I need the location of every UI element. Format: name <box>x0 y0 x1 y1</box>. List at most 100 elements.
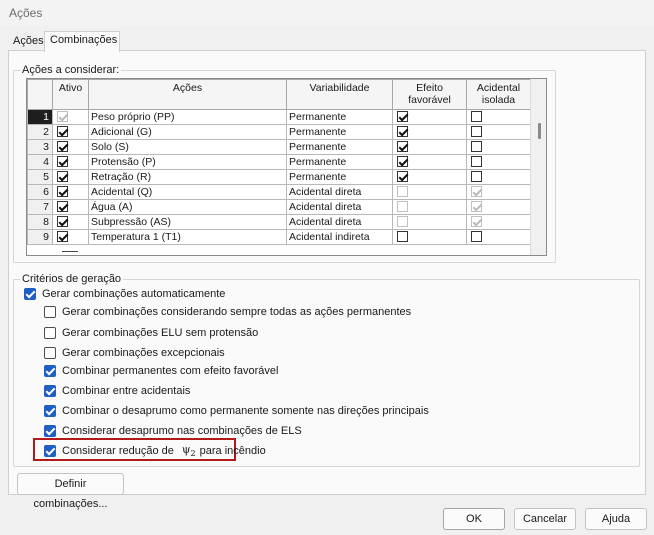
acao-cell[interactable]: Retração (R) <box>88 169 287 185</box>
ativo-cell[interactable] <box>52 199 89 215</box>
acidental-isolada-cell[interactable] <box>466 124 531 140</box>
option-reducao-incendio[interactable]: Considerar redução de ψ2 para incêndio <box>44 443 266 458</box>
header-acidental-isolada[interactable]: Acidental isolada <box>466 79 531 110</box>
row-number-cell[interactable]: 7 <box>27 199 53 215</box>
efeito-favoravel-checkbox[interactable] <box>397 141 408 153</box>
table-row[interactable]: 6 Acidental (Q) Acidental direta <box>27 184 531 200</box>
variabilidade-cell[interactable]: Permanente <box>286 154 393 170</box>
efeito-favoravel-cell[interactable] <box>392 169 467 185</box>
option-desaprumo-els[interactable]: Considerar desaprumo nas combinações de … <box>44 425 302 437</box>
ativo-cell[interactable] <box>52 214 89 230</box>
ativo-cell[interactable] <box>52 229 89 245</box>
row-number-cell[interactable]: 8 <box>27 214 53 230</box>
reducao-incendio-checkbox[interactable] <box>44 444 56 457</box>
ativo-cell[interactable] <box>52 124 89 140</box>
acao-cell[interactable]: Subpressão (AS) <box>88 214 287 230</box>
efeito-favoravel-checkbox[interactable] <box>397 111 408 123</box>
efeito-favoravel-cell[interactable] <box>392 139 467 155</box>
ativo-cell[interactable] <box>52 184 89 200</box>
row-number-cell[interactable]: 9 <box>27 229 53 245</box>
row-number-cell[interactable]: 5 <box>27 169 53 185</box>
acao-cell[interactable]: Temperatura 1 (T1) <box>88 229 287 245</box>
grid-vertical-scrollbar[interactable] <box>530 79 546 255</box>
acidental-isolada-cell[interactable] <box>466 139 531 155</box>
efeito-favoravel-checkbox[interactable] <box>397 156 408 168</box>
acidental-isolada-cell[interactable] <box>466 169 531 185</box>
row-number-cell[interactable]: 1 <box>27 109 53 125</box>
gerar-automatico-option[interactable]: Gerar combinações automaticamente <box>24 288 225 300</box>
variabilidade-cell[interactable]: Permanente <box>286 169 393 185</box>
acidental-isolada-cell[interactable] <box>466 229 531 245</box>
ativo-cell[interactable] <box>52 154 89 170</box>
efeito-favoravel-checkbox[interactable] <box>397 231 408 243</box>
tab-acoes[interactable]: Ações <box>8 33 44 51</box>
header-acoes[interactable]: Ações <box>88 79 287 110</box>
tab-combinacoes[interactable]: Combinações <box>44 31 120 52</box>
ativo-checkbox[interactable] <box>57 126 68 138</box>
acidental-isolada-checkbox[interactable] <box>471 231 482 243</box>
acidental-isolada-checkbox[interactable] <box>471 171 482 183</box>
acidental-isolada-cell[interactable] <box>466 154 531 170</box>
ativo-checkbox[interactable] <box>57 141 68 153</box>
table-row[interactable]: 3 Solo (S) Permanente <box>27 139 531 155</box>
ok-button[interactable]: OK <box>443 508 505 530</box>
header-ativo[interactable]: Ativo <box>52 79 89 110</box>
table-row[interactable]: 8 Subpressão (AS) Acidental direta <box>27 214 531 230</box>
excepcionais-checkbox[interactable] <box>44 347 56 359</box>
efeito-favoravel-cell[interactable] <box>392 109 467 125</box>
acoes-grid[interactable]: Ativo Ações Variabilidade Efeito favoráv… <box>26 78 547 256</box>
acidental-isolada-cell[interactable] <box>466 109 531 125</box>
ativo-checkbox[interactable] <box>57 231 68 243</box>
ativo-cell[interactable] <box>52 139 89 155</box>
efeito-favoravel-cell[interactable] <box>392 184 467 200</box>
option-excepcionais[interactable]: Gerar combinações excepcionais <box>44 347 225 359</box>
ativo-checkbox[interactable] <box>57 201 68 213</box>
desaprumo-permanente-checkbox[interactable] <box>44 405 56 417</box>
table-row[interactable]: 9 Temperatura 1 (T1) Acidental indireta <box>27 229 531 245</box>
scrollbar-thumb[interactable] <box>538 123 541 139</box>
variabilidade-cell[interactable]: Acidental direta <box>286 214 393 230</box>
row-number-cell[interactable]: 4 <box>27 154 53 170</box>
acidental-isolada-cell[interactable] <box>466 199 531 215</box>
acidental-isolada-checkbox[interactable] <box>471 141 482 153</box>
elu-sem-protensao-checkbox[interactable] <box>44 327 56 339</box>
efeito-favoravel-checkbox[interactable] <box>397 171 408 183</box>
ativo-checkbox[interactable] <box>57 216 68 228</box>
efeito-favoravel-cell[interactable] <box>392 124 467 140</box>
entre-acidentais-checkbox[interactable] <box>44 385 56 397</box>
variabilidade-cell[interactable]: Permanente <box>286 109 393 125</box>
table-row[interactable]: 2 Adicional (G) Permanente <box>27 124 531 140</box>
variabilidade-cell[interactable]: Permanente <box>286 124 393 140</box>
variabilidade-cell[interactable]: Acidental direta <box>286 184 393 200</box>
acidental-isolada-checkbox[interactable] <box>471 126 482 138</box>
efeito-favoravel-cell[interactable] <box>392 214 467 230</box>
variabilidade-cell[interactable]: Permanente <box>286 139 393 155</box>
option-entre-acidentais[interactable]: Combinar entre acidentais <box>44 385 190 397</box>
table-row[interactable]: 4 Protensão (P) Permanente <box>27 154 531 170</box>
table-row[interactable]: 5 Retração (R) Permanente <box>27 169 531 185</box>
desaprumo-els-checkbox[interactable] <box>44 425 56 437</box>
header-variabilidade[interactable]: Variabilidade <box>286 79 393 110</box>
definir-combinacoes-button[interactable]: Definir combinações... <box>17 473 124 510</box>
ativo-checkbox[interactable] <box>57 156 68 168</box>
efeito-favoravel-cell[interactable] <box>392 199 467 215</box>
gerar-automatico-checkbox[interactable] <box>24 288 36 300</box>
ativo-cell[interactable] <box>52 169 89 185</box>
ajuda-button[interactable]: Ajuda <box>585 508 647 530</box>
row-number-cell[interactable]: 3 <box>27 139 53 155</box>
option-elu-sem-protensao[interactable]: Gerar combinações ELU sem protensão <box>44 327 258 339</box>
acidental-isolada-checkbox[interactable] <box>471 156 482 168</box>
acao-cell[interactable]: Água (A) <box>88 199 287 215</box>
efeito-favoravel-checkbox[interactable] <box>397 126 408 138</box>
acidental-isolada-checkbox[interactable] <box>471 111 482 123</box>
acidental-isolada-cell[interactable] <box>466 184 531 200</box>
new-row-cell[interactable] <box>27 244 531 255</box>
variabilidade-cell[interactable]: Acidental indireta <box>286 229 393 245</box>
table-row[interactable]: 7 Água (A) Acidental direta <box>27 199 531 215</box>
header-efeito-favoravel[interactable]: Efeito favorável <box>392 79 467 110</box>
ativo-checkbox[interactable] <box>57 171 68 183</box>
acao-cell[interactable]: Acidental (Q) <box>88 184 287 200</box>
table-row[interactable]: 1 Peso próprio (PP) Permanente <box>27 109 531 125</box>
acao-cell[interactable]: Peso próprio (PP) <box>88 109 287 125</box>
ativo-checkbox[interactable] <box>57 186 68 198</box>
